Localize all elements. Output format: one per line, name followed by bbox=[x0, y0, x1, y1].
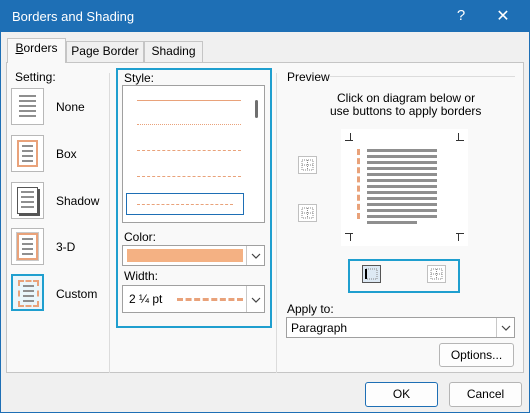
tab-page-border[interactable]: Page Border bbox=[66, 41, 144, 62]
style-option-dashed-small[interactable] bbox=[137, 150, 241, 151]
ok-button[interactable]: OK bbox=[365, 382, 438, 407]
border-bottom-icon bbox=[301, 207, 314, 219]
tab-strip: Borders Page Border Shading bbox=[1, 38, 529, 63]
apply-to-label: Apply to: bbox=[287, 302, 334, 316]
shadow-thumbnail bbox=[17, 187, 38, 214]
chevron-down-icon[interactable] bbox=[246, 246, 264, 265]
tab-borders[interactable]: Borders bbox=[7, 38, 66, 63]
border-top-icon bbox=[301, 159, 314, 171]
width-label: Width: bbox=[124, 269, 159, 283]
cancel-button[interactable]: Cancel bbox=[449, 382, 522, 407]
setting-none-button[interactable] bbox=[11, 88, 44, 125]
style-label: Style: bbox=[124, 71, 155, 85]
left-border-button[interactable] bbox=[362, 265, 381, 283]
dialog-title: Borders and Shading bbox=[12, 9, 135, 24]
close-icon[interactable]: ✕ bbox=[495, 6, 511, 26]
setting-3d-button[interactable] bbox=[11, 228, 44, 265]
color-dropdown[interactable] bbox=[122, 245, 265, 266]
style-option-dotted[interactable] bbox=[137, 124, 241, 125]
width-dropdown[interactable]: 2 ¼ pt bbox=[122, 285, 265, 313]
setting-custom-button[interactable] bbox=[11, 274, 44, 311]
setting-custom-label[interactable]: Custom bbox=[56, 287, 97, 301]
style-option-dashed[interactable] bbox=[137, 176, 241, 177]
width-value: 2 ¼ pt bbox=[129, 292, 163, 306]
none-thumbnail bbox=[17, 93, 38, 120]
scrollbar-thumb[interactable] bbox=[255, 100, 258, 118]
color-swatch bbox=[127, 249, 243, 262]
preview-instructions-1: Click on diagram below or bbox=[337, 91, 476, 105]
divider bbox=[109, 73, 110, 373]
setting-label: Setting: bbox=[15, 70, 56, 84]
setting-shadow-button[interactable] bbox=[11, 182, 44, 219]
setting-box-label[interactable]: Box bbox=[56, 147, 77, 161]
style-option-dash-dot bbox=[137, 204, 233, 205]
tab-page-border-label: Page Border bbox=[71, 44, 139, 58]
apply-to-dropdown[interactable]: Paragraph bbox=[286, 317, 515, 338]
style-option-selected[interactable] bbox=[126, 193, 244, 215]
preview-divider bbox=[330, 76, 515, 77]
border-left-icon bbox=[365, 268, 378, 280]
3d-thumbnail bbox=[16, 232, 39, 261]
help-icon[interactable]: ? bbox=[453, 7, 469, 24]
tab-borders-label: orders bbox=[23, 41, 58, 55]
setting-3d-label[interactable]: 3-D bbox=[56, 240, 75, 254]
setting-box-button[interactable] bbox=[11, 135, 44, 172]
preview-diagram[interactable] bbox=[341, 129, 468, 246]
divider bbox=[276, 73, 277, 373]
borders-and-shading-dialog: Borders and Shading ? ✕ Borders Page Bor… bbox=[0, 0, 530, 413]
chevron-down-icon[interactable] bbox=[496, 318, 514, 337]
custom-thumbnail bbox=[18, 280, 39, 307]
right-border-button[interactable] bbox=[427, 265, 446, 283]
options-button[interactable]: Options... bbox=[439, 343, 514, 367]
preview-label: Preview bbox=[287, 70, 330, 84]
style-scrollbar[interactable] bbox=[250, 86, 264, 222]
style-listbox[interactable] bbox=[122, 85, 265, 223]
tab-shading[interactable]: Shading bbox=[144, 41, 203, 62]
width-line-sample bbox=[177, 298, 243, 301]
bottom-border-button[interactable] bbox=[298, 204, 317, 222]
box-thumbnail bbox=[17, 140, 38, 167]
chevron-down-icon[interactable] bbox=[246, 286, 264, 312]
tab-shading-label: Shading bbox=[151, 44, 196, 58]
top-border-button[interactable] bbox=[298, 156, 317, 174]
preview-instructions-2: use buttons to apply borders bbox=[330, 104, 482, 118]
title-bar: Borders and Shading ? ✕ bbox=[1, 1, 529, 32]
setting-shadow-label[interactable]: Shadow bbox=[56, 194, 99, 208]
color-label: Color: bbox=[124, 230, 157, 244]
style-option-solid[interactable] bbox=[137, 100, 241, 101]
apply-to-value: Paragraph bbox=[291, 321, 348, 335]
border-right-icon bbox=[430, 268, 443, 280]
setting-none-label[interactable]: None bbox=[56, 100, 85, 114]
